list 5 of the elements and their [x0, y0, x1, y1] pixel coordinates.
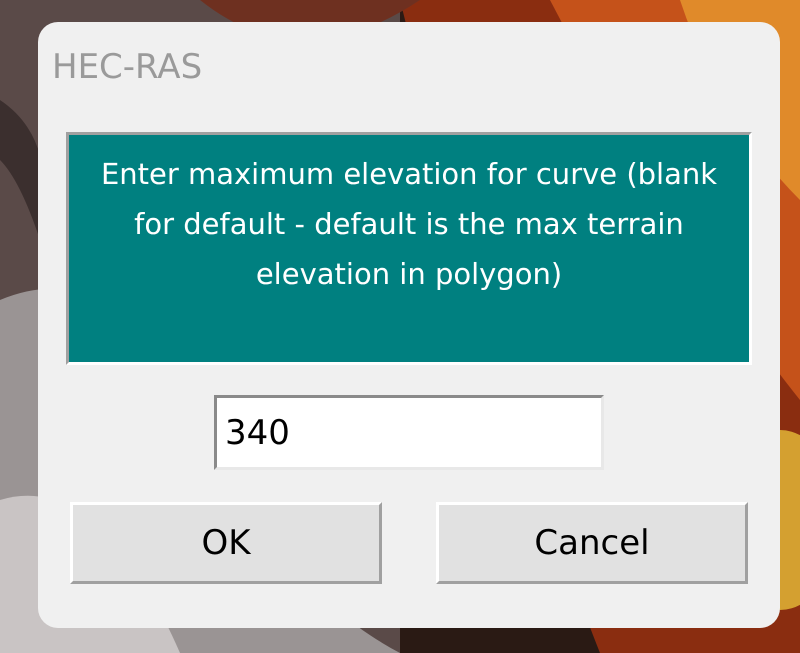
message-text: Enter maximum elevation for curve (blank for default - default is the max terrain elevation in polygon)	[100, 156, 718, 293]
ok-button[interactable]: OK	[70, 502, 382, 584]
cancel-button[interactable]: Cancel	[436, 502, 748, 584]
window-title: HEC-RAS	[52, 50, 204, 84]
elevation-field[interactable]: 340	[214, 395, 604, 470]
